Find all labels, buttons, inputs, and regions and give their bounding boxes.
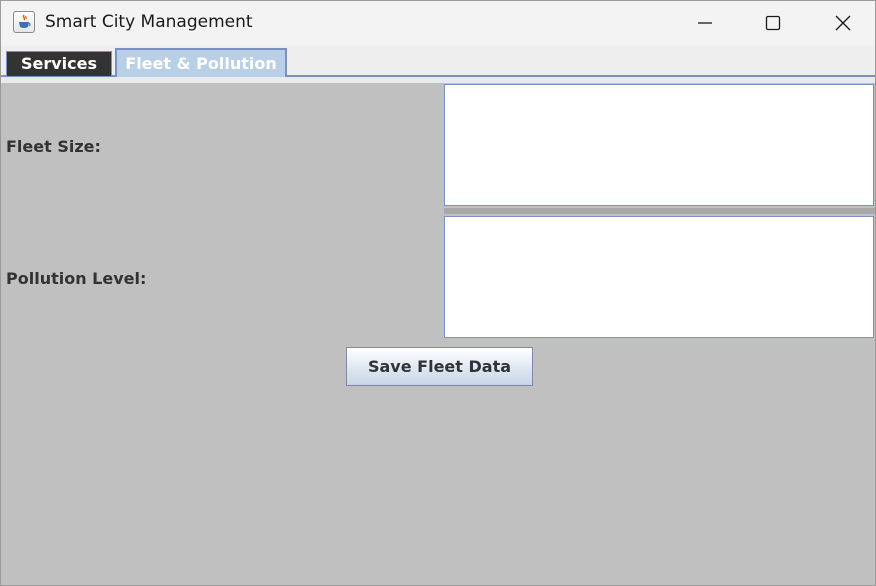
tab-services[interactable]: Services — [6, 51, 112, 76]
maximize-icon — [765, 15, 781, 31]
field-separator — [444, 208, 875, 214]
java-coffee-cup-icon[interactable] — [13, 11, 35, 33]
minimize-icon — [698, 22, 712, 24]
close-button[interactable] — [809, 1, 875, 46]
app-window: Smart City Management Services Fleet & P… — [0, 0, 876, 586]
close-icon — [835, 15, 851, 31]
fleet-pollution-panel: Fleet Size: Pollution Level: Save Fleet … — [3, 83, 875, 585]
window-title: Smart City Management — [45, 12, 253, 32]
title-bar[interactable]: Smart City Management — [1, 1, 875, 46]
save-fleet-data-button[interactable]: Save Fleet Data — [346, 347, 533, 386]
tab-fleet-pollution[interactable]: Fleet & Pollution — [115, 48, 287, 77]
pollution-level-field[interactable] — [444, 216, 874, 338]
pollution-level-label: Pollution Level: — [6, 269, 147, 288]
maximize-button[interactable] — [739, 1, 809, 46]
fleet-size-label: Fleet Size: — [6, 137, 101, 156]
fleet-size-field[interactable] — [444, 84, 874, 206]
minimize-button[interactable] — [671, 1, 741, 46]
